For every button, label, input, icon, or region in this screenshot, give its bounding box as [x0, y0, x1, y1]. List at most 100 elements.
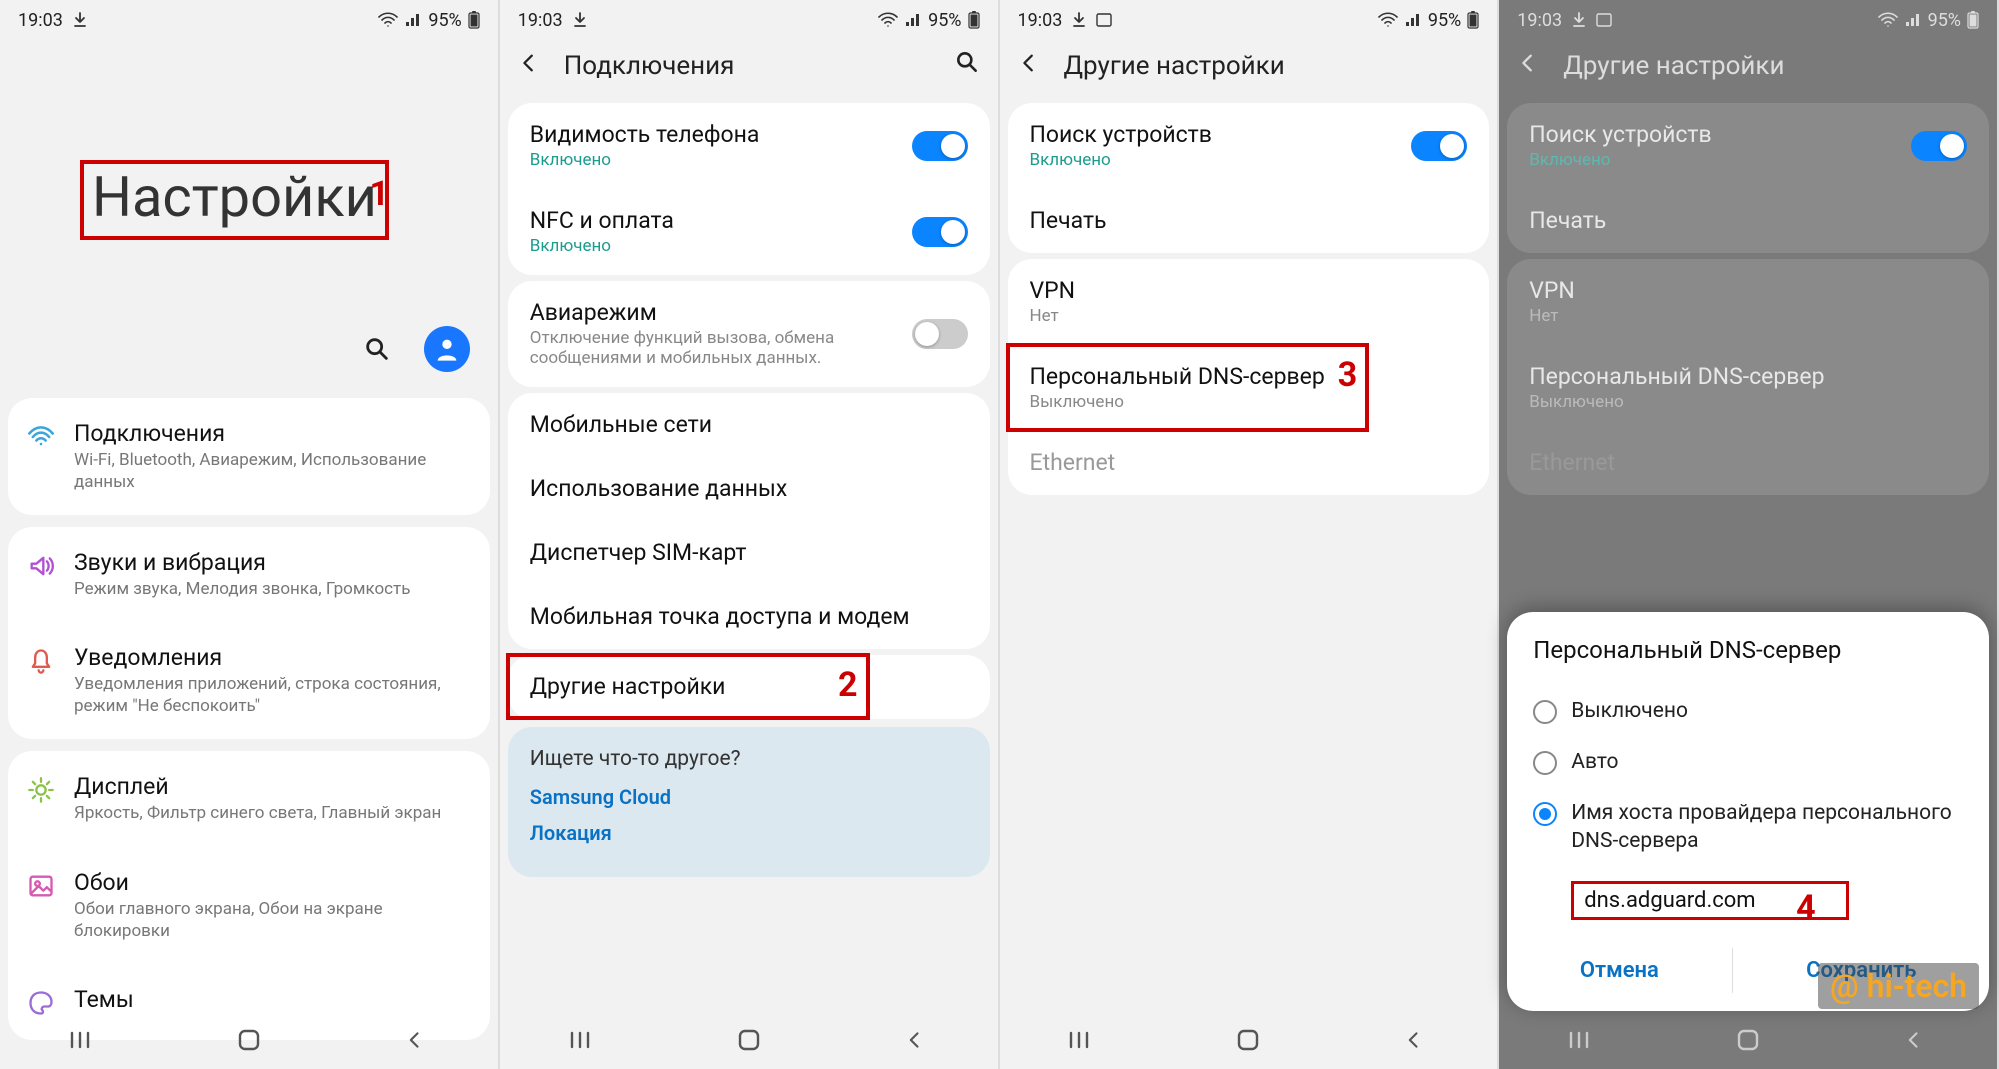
settings-card: Мобильные сетиИспользование данныхДиспет…	[508, 393, 990, 649]
settings-item[interactable]: Печать	[1507, 189, 1989, 253]
settings-item[interactable]: Поиск устройствВключено	[1507, 103, 1989, 189]
account-avatar[interactable]	[424, 326, 470, 372]
item-title: Обои	[74, 869, 472, 896]
screen-3: 19:03 95% Другие настройки Поиск устройс…	[1000, 0, 1500, 1069]
nav-recents[interactable]	[1057, 1026, 1107, 1054]
wifi-icon	[378, 12, 398, 28]
settings-item[interactable]: Печать	[1008, 189, 1490, 253]
download-icon	[1572, 12, 1586, 28]
nav-home[interactable]	[724, 1026, 774, 1054]
cancel-button[interactable]: Отмена	[1560, 948, 1679, 993]
settings-item[interactable]: Персональный DNS-серверВыключено	[1507, 345, 1989, 431]
settings-item[interactable]: ОбоиОбои главного экрана, Обои на экране…	[8, 847, 490, 964]
settings-item[interactable]: Звуки и вибрацияРежим звука, Мелодия зво…	[8, 527, 490, 622]
settings-item[interactable]: Персональный DNS-серверВыключено3	[1008, 345, 1490, 431]
toggle-switch[interactable]	[1411, 131, 1467, 161]
item-title: Авиарежим	[530, 299, 912, 326]
nav-back[interactable]	[1389, 1026, 1439, 1054]
item-title: Дисплей	[74, 773, 472, 800]
download-icon	[573, 12, 587, 28]
radio-icon	[1533, 751, 1557, 775]
item-sub: Уведомления приложений, строка состояния…	[74, 673, 472, 717]
nav-bar	[1499, 1011, 1997, 1069]
item-sub: Включено	[1529, 150, 1911, 170]
toggle-switch[interactable]	[912, 217, 968, 247]
nav-back[interactable]	[1889, 1026, 1939, 1054]
status-time: 19:03	[1018, 10, 1063, 31]
settings-item[interactable]: Видимость телефонаВключено	[508, 103, 990, 189]
nav-bar	[0, 1011, 498, 1069]
item-title: Подключения	[74, 420, 472, 447]
wifi-icon	[1878, 12, 1898, 28]
settings-item[interactable]: УведомленияУведомления приложений, строк…	[8, 622, 490, 739]
nav-back[interactable]	[390, 1026, 440, 1054]
status-time: 19:03	[1517, 10, 1562, 31]
settings-item[interactable]: АвиарежимОтключение функций вызова, обме…	[508, 281, 990, 387]
battery-text: 95%	[928, 10, 961, 31]
item-title: Персональный DNS-сервер	[1529, 363, 1967, 390]
settings-item[interactable]: Другие настройки2	[508, 655, 990, 719]
item-title: Уведомления	[74, 644, 472, 671]
radio-label: Авто	[1571, 749, 1618, 776]
item-sub: Включено	[1030, 150, 1412, 170]
nav-recents[interactable]	[58, 1026, 108, 1054]
back-button[interactable]	[518, 48, 544, 83]
radio-option-hostname[interactable]: Имя хоста провайдера персонального DNS-с…	[1533, 788, 1963, 867]
item-sub: Wi-Fi, Bluetooth, Авиарежим, Использован…	[74, 449, 472, 493]
step-marker-4: 4	[1796, 888, 1816, 928]
help-link[interactable]: Локация	[530, 821, 968, 845]
image-icon	[26, 871, 56, 901]
battery-text: 95%	[1928, 10, 1961, 31]
item-sub: Отключение функций вызова, обмена сообще…	[530, 328, 912, 368]
screen-header: Другие настройки	[1000, 40, 1498, 97]
settings-item[interactable]: Использование данных	[508, 457, 990, 521]
settings-item[interactable]: NFC и оплатаВключено	[508, 189, 990, 275]
nav-home[interactable]	[1723, 1026, 1773, 1054]
wifi-icon	[1378, 12, 1398, 28]
nav-recents[interactable]	[1557, 1026, 1607, 1054]
battery-icon	[1967, 11, 1979, 29]
signal-icon	[1904, 13, 1922, 27]
settings-card: VPNНетПерсональный DNS-серверВыключеноEt…	[1507, 259, 1989, 495]
back-button[interactable]	[1018, 48, 1044, 83]
settings-item[interactable]: Мобильная точка доступа и модем	[508, 585, 990, 649]
screen-header: Подключения	[500, 40, 998, 97]
settings-card: Видимость телефонаВключеноNFC и оплатаВк…	[508, 103, 990, 275]
search-button[interactable]	[946, 49, 980, 82]
radio-label: Выключено	[1571, 698, 1688, 725]
nav-bar	[500, 1011, 998, 1069]
toggle-switch[interactable]	[912, 131, 968, 161]
back-button[interactable]	[1517, 48, 1543, 83]
radio-option-auto[interactable]: Авто	[1533, 737, 1963, 788]
settings-card: Поиск устройствВключеноПечать	[1008, 103, 1490, 253]
search-button[interactable]	[354, 326, 400, 372]
radio-option-off[interactable]: Выключено	[1533, 686, 1963, 737]
settings-card: Поиск устройствВключеноПечать	[1507, 103, 1989, 253]
dialog-title: Персональный DNS-сервер	[1533, 636, 1963, 664]
dns-hostname-input[interactable]: dns.adguard.com	[1584, 882, 1755, 919]
wifi-icon	[26, 422, 56, 452]
settings-item[interactable]: Поиск устройствВключено	[1008, 103, 1490, 189]
toggle-switch[interactable]	[912, 319, 968, 349]
settings-card: VPNНетПерсональный DNS-серверВыключено3E…	[1008, 259, 1490, 495]
nav-recents[interactable]	[558, 1026, 608, 1054]
screen-2: 19:03 95% Подключения Видимость телефона…	[500, 0, 1000, 1069]
item-sub: Выключено	[1529, 392, 1967, 412]
nav-bar	[1000, 1011, 1498, 1069]
nav-home[interactable]	[224, 1026, 274, 1054]
settings-item[interactable]: ДисплейЯркость, Фильтр синего света, Гла…	[8, 751, 490, 846]
bell-icon	[26, 646, 56, 676]
settings-item[interactable]: ПодключенияWi-Fi, Bluetooth, Авиарежим, …	[8, 398, 490, 515]
settings-item[interactable]: VPNНет	[1008, 259, 1490, 345]
settings-item[interactable]: VPNНет	[1507, 259, 1989, 345]
settings-item[interactable]: Мобильные сети	[508, 393, 990, 457]
battery-text: 95%	[428, 10, 461, 31]
settings-card: Другие настройки2	[508, 655, 990, 719]
toggle-switch[interactable]	[1911, 131, 1967, 161]
settings-title-box: Настройки 1	[80, 160, 389, 240]
item-sub: Яркость, Фильтр синего света, Главный эк…	[74, 802, 472, 824]
nav-home[interactable]	[1223, 1026, 1273, 1054]
nav-back[interactable]	[890, 1026, 940, 1054]
help-link[interactable]: Samsung Cloud	[530, 785, 968, 809]
settings-item[interactable]: Диспетчер SIM-карт	[508, 521, 990, 585]
